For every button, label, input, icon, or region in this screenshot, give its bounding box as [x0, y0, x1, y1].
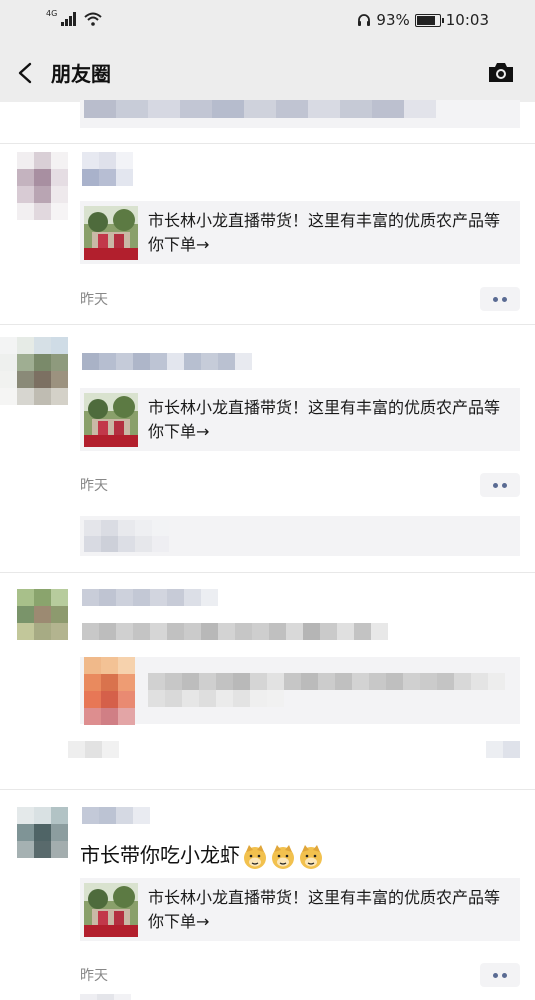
- more-button[interactable]: [480, 473, 520, 497]
- link-thumbnail: [84, 883, 138, 937]
- link-card[interactable]: 市长林小龙直播带货！这里有丰富的优质农产品等你下单→: [80, 878, 520, 941]
- wifi-icon: [84, 12, 102, 26]
- pixelated-content: [84, 100, 436, 118]
- battery-percent: 93%: [376, 11, 410, 29]
- battery-fill: [416, 15, 436, 25]
- blurred-comment-area: [80, 516, 520, 556]
- post-divider: [0, 789, 535, 790]
- doge-emoji-icon: [244, 844, 266, 869]
- blurred-text: [80, 100, 520, 128]
- pixelated-thumbnail: [84, 657, 135, 725]
- link-title: 市长林小龙直播带货！这里有丰富的优质农产品等你下单→: [148, 211, 501, 254]
- doge-emoji-icon: [300, 844, 322, 869]
- chevron-left-icon[interactable]: [14, 58, 42, 88]
- blurred-username: [82, 807, 150, 824]
- link-thumbnail: [84, 206, 138, 260]
- link-card[interactable]: 市长林小龙直播带货！这里有丰富的优质农产品等你下单→: [80, 388, 520, 451]
- page-title: 朋友圈: [51, 62, 111, 86]
- post-time: 昨天: [80, 478, 108, 494]
- pixelated-text: [148, 673, 505, 707]
- more-button[interactable]: [480, 287, 520, 311]
- blurred-username: [82, 589, 218, 606]
- avatar: [17, 589, 68, 640]
- battery-icon: [414, 13, 444, 27]
- avatar: [0, 337, 68, 405]
- blurred-username: [82, 353, 252, 370]
- link-title: 市长林小龙直播带货！这里有丰富的优质农产品等你下单→: [148, 888, 501, 931]
- more-button[interactable]: [480, 963, 520, 987]
- post-divider: [0, 324, 535, 325]
- link-thumbnail: [84, 393, 138, 447]
- blurred-text: [82, 623, 388, 640]
- blurred-username: [82, 152, 133, 186]
- post-divider: [0, 572, 535, 573]
- blurred-more-button: [486, 741, 520, 758]
- network-type: 4G: [46, 9, 58, 18]
- blurred-link-card: [80, 657, 520, 725]
- post-text: 市长带你吃小龙虾: [80, 839, 324, 870]
- signal-icon: [61, 12, 77, 26]
- blurred-comment-area: [80, 994, 131, 1000]
- pixelated-content: [84, 520, 169, 552]
- link-title: 市长林小龙直播带货！这里有丰富的优质农产品等你下单→: [148, 398, 501, 441]
- doge-emoji-icon: [272, 844, 294, 869]
- status-time: 10:03: [445, 11, 489, 29]
- camera-icon[interactable]: [487, 60, 515, 84]
- status-left: 4G: [46, 9, 102, 26]
- post-time: 昨天: [80, 292, 108, 308]
- post-time: 昨天: [80, 968, 108, 984]
- post-text-content: 市长带你吃小龙虾: [80, 843, 240, 867]
- status-right: 93% 10:03: [357, 11, 489, 29]
- blurred-time: [68, 741, 119, 758]
- headset-icon: [358, 14, 371, 26]
- link-card[interactable]: 市长林小龙直播带货！这里有丰富的优质农产品等你下单→: [80, 201, 520, 264]
- status-bar: 4G 93% 10:03: [0, 0, 535, 44]
- avatar: [17, 152, 68, 220]
- avatar: [17, 807, 68, 858]
- nav-bar: 朋友圈: [0, 44, 535, 102]
- post-divider: [0, 143, 535, 144]
- emoji-row: [242, 844, 324, 870]
